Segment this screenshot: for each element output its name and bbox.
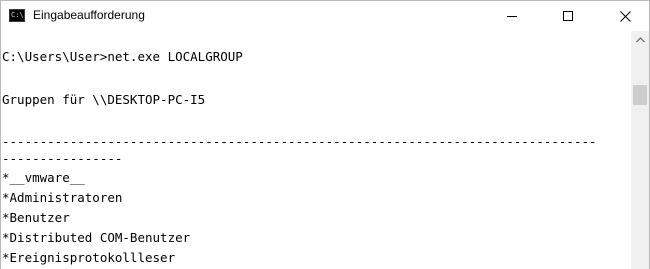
scroll-up-arrow-icon	[635, 37, 645, 43]
window-title: Eingabeaufforderung	[33, 8, 145, 22]
console-line: *__vmware__	[2, 170, 85, 185]
maximize-icon	[563, 11, 573, 21]
console-line: ----------------------------------------…	[2, 134, 597, 149]
scrollbar-thumb[interactable]	[633, 85, 647, 105]
console-icon[interactable]: C:\	[9, 9, 25, 22]
title-bar[interactable]: C:\ Eingabeaufforderung	[1, 1, 649, 31]
vertical-scrollbar[interactable]	[631, 31, 649, 269]
console-line: *Distributed COM-Benutzer	[2, 230, 191, 245]
console-line: C:\Users\User>net.exe LOCALGROUP	[2, 49, 243, 64]
console-output[interactable]: C:\Users\User>net.exe LOCALGROUP Gruppen…	[1, 31, 629, 269]
console-line: *Administratoren	[2, 190, 123, 205]
command-prompt-window: C:\ Eingabeaufforderung C:\Users\User>ne…	[0, 0, 650, 269]
console-line: ----------------	[2, 151, 123, 166]
close-icon	[619, 10, 631, 22]
close-button[interactable]	[602, 1, 648, 31]
scroll-up-button[interactable]	[631, 31, 649, 49]
console-line: Gruppen für \\DESKTOP-PC-I5	[2, 92, 206, 107]
console-line: *Benutzer	[2, 210, 70, 225]
console-line: *Ereignisprotokollleser	[2, 250, 176, 265]
minimize-icon	[507, 16, 517, 17]
maximize-button[interactable]	[545, 1, 591, 31]
minimize-button[interactable]	[489, 1, 535, 31]
